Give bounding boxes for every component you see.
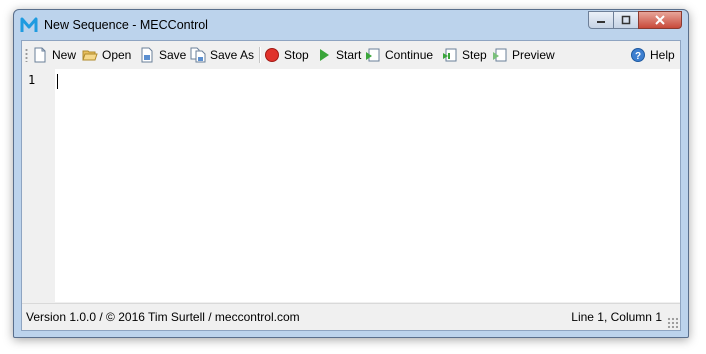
stop-icon <box>265 48 279 62</box>
toolbar: New Open Save Save As Stop Start Continu… <box>22 41 680 69</box>
new-button[interactable]: New <box>32 45 76 65</box>
version-info: Version 1.0.0 / © 2016 Tim Surtell / mec… <box>26 310 300 324</box>
window-title: New Sequence - MECControl <box>44 18 208 32</box>
code-editor[interactable]: 1 <box>22 69 680 302</box>
app-window: New Sequence - MECControl New Open Save … <box>13 9 689 338</box>
cursor-position: Line 1, Column 1 <box>571 310 662 324</box>
step-icon <box>443 48 457 62</box>
minimize-icon <box>597 21 605 23</box>
save-icon <box>141 47 153 63</box>
minimize-button[interactable] <box>588 11 614 29</box>
line-number: 1 <box>28 73 36 87</box>
status-bar: Version 1.0.0 / © 2016 Tim Surtell / mec… <box>22 303 680 330</box>
save-button[interactable]: Save <box>139 45 186 65</box>
close-icon <box>655 15 665 25</box>
app-logo-icon <box>20 17 38 32</box>
text-caret <box>57 74 58 89</box>
continue-button[interactable]: Continue <box>365 45 433 65</box>
start-button[interactable]: Start <box>316 45 361 65</box>
start-icon <box>320 49 329 61</box>
title-bar[interactable]: New Sequence - MECControl <box>14 10 688 40</box>
continue-label: Continue <box>385 48 434 62</box>
toolbar-grip[interactable] <box>25 48 28 62</box>
line-number-gutter: 1 <box>22 69 55 302</box>
step-label: Step <box>462 48 487 62</box>
help-button[interactable]: ? Help <box>630 45 675 65</box>
new-label: New <box>52 48 77 62</box>
new-file-icon <box>34 47 46 63</box>
open-folder-icon <box>82 50 98 61</box>
help-icon: ? <box>631 48 645 62</box>
save-as-label: Save As <box>210 48 255 62</box>
maximize-icon <box>621 15 631 25</box>
preview-button[interactable]: Preview <box>492 45 555 65</box>
start-label: Start <box>336 48 362 62</box>
stop-button[interactable]: Stop <box>264 45 309 65</box>
preview-label: Preview <box>512 48 555 62</box>
maximize-button[interactable] <box>613 11 639 29</box>
toolbar-separator <box>259 47 261 63</box>
preview-icon <box>493 48 507 62</box>
step-button[interactable]: Step <box>442 45 487 65</box>
help-label: Help <box>650 48 675 62</box>
open-button[interactable]: Open <box>82 45 131 65</box>
stop-label: Stop <box>284 48 309 62</box>
save-label: Save <box>159 48 187 62</box>
continue-icon <box>366 48 380 62</box>
open-label: Open <box>102 48 132 62</box>
resize-grip[interactable] <box>667 317 678 328</box>
window-controls <box>588 11 682 29</box>
client-area: New Open Save Save As Stop Start Continu… <box>21 40 681 331</box>
close-button[interactable] <box>638 11 682 29</box>
svg-text:?: ? <box>635 51 641 62</box>
save-as-button[interactable]: Save As <box>190 45 254 65</box>
save-as-icon <box>190 47 206 63</box>
